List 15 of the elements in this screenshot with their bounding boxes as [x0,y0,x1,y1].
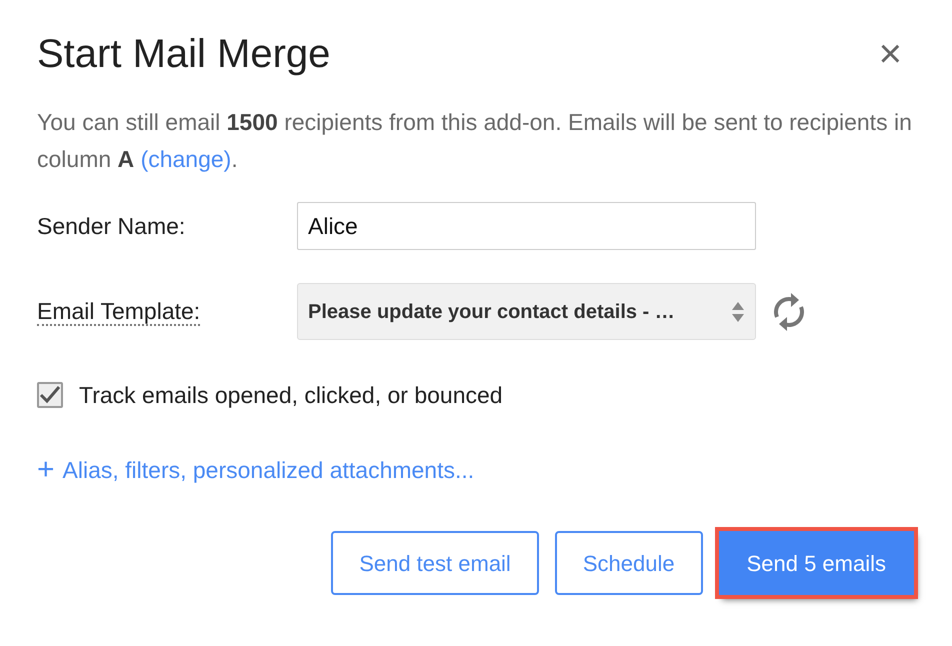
sender-name-field[interactable]: Alice [297,202,756,250]
track-label: Track emails opened, clicked, or bounced [79,381,503,410]
change-link[interactable]: (change) [140,146,232,172]
options-link[interactable]: + Alias, filters, personalized attachments... [37,452,474,487]
email-template-label: Email Template: [37,298,200,326]
template-select[interactable]: Please update your contact details - … [297,283,756,340]
sender-name-label: Sender Name: [37,212,186,241]
intro-text: You can still email 1500 recipients from this add-on. Emails will be sent to recipients in column A (change). [37,108,913,174]
secondary-button[interactable]: Schedule [554,531,703,595]
close-button[interactable]: × [870,34,910,74]
secondary-button[interactable]: Send test email [331,531,539,595]
refresh-icon[interactable] [772,290,806,332]
sort-arrows-icon [731,300,745,322]
checkbox[interactable] [37,382,63,408]
dialog-title: Start Mail Merge [37,31,330,78]
